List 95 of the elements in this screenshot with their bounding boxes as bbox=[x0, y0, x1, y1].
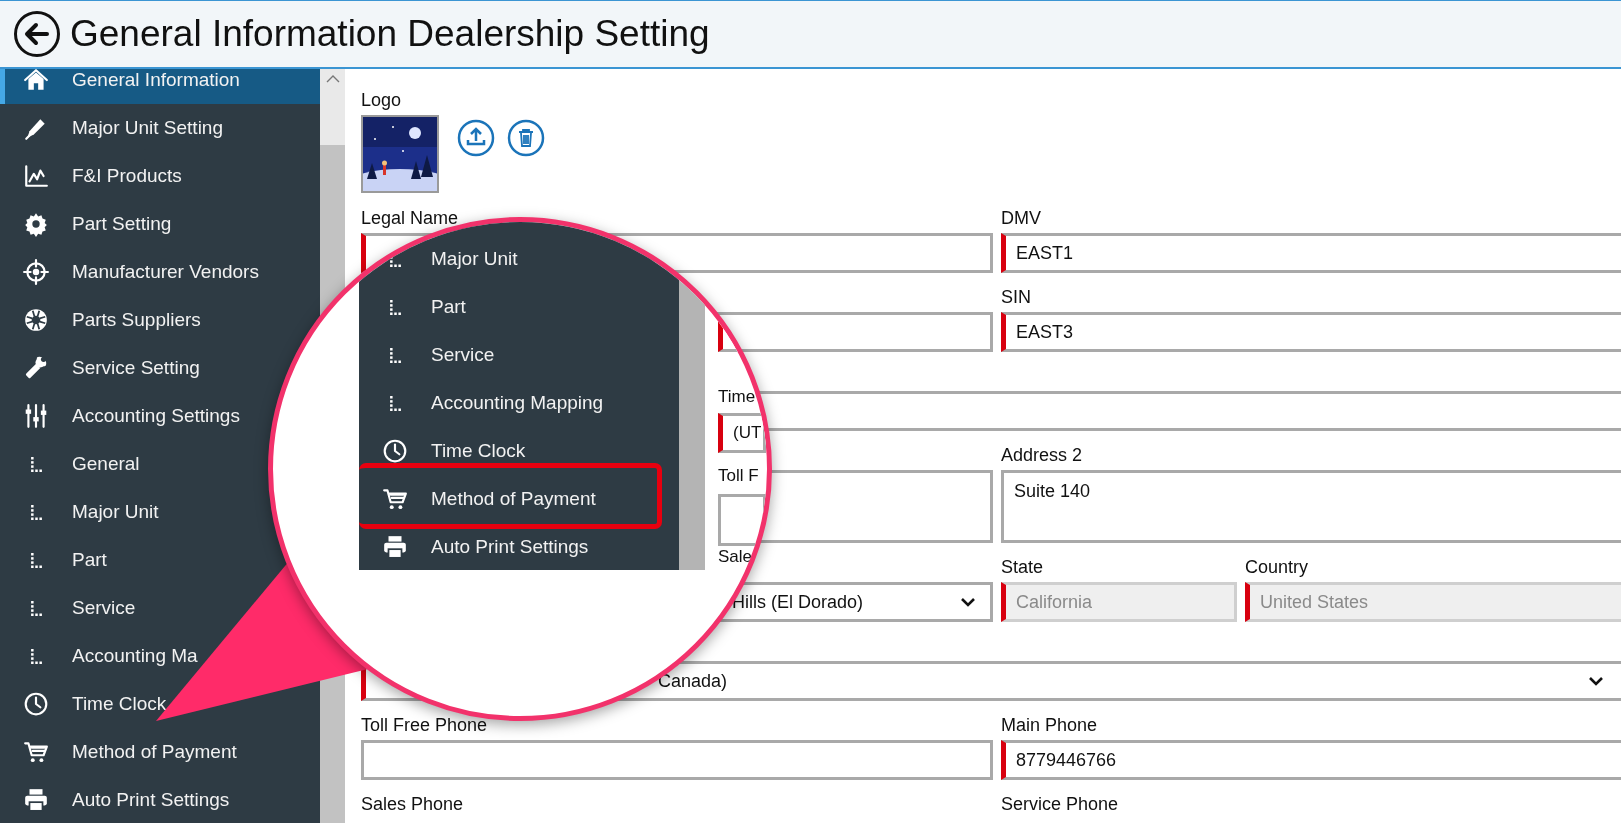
text-field[interactable]: EAST1 bbox=[1001, 233, 1621, 273]
field-label: Main Phone bbox=[1001, 714, 1099, 736]
field-label: Service Phone bbox=[1001, 793, 1120, 815]
field-label: Country bbox=[1245, 556, 1310, 578]
back-icon[interactable] bbox=[13, 10, 61, 58]
sidebar-item[interactable]: Manufacturer Vendors bbox=[0, 248, 261, 296]
text-field[interactable]: 8779446766 bbox=[1001, 740, 1621, 780]
field-label: Time bbox=[718, 387, 757, 407]
sidebar-item[interactable]: Auto Print Settings bbox=[359, 523, 679, 571]
sidebar-item[interactable]: General bbox=[0, 440, 142, 488]
crosshair-icon bbox=[23, 259, 49, 285]
text-area[interactable] bbox=[718, 494, 766, 546]
item-label: Method of Payment bbox=[72, 741, 237, 763]
sidebar-item[interactable]: Method of Payment bbox=[359, 475, 662, 523]
text-field[interactable]: EAST3 bbox=[1001, 312, 1621, 352]
item-label: Part Setting bbox=[72, 213, 172, 235]
sidebar-item[interactable]: Part Setting bbox=[0, 200, 174, 248]
cart-icon bbox=[23, 739, 49, 765]
field-label: Legal Name bbox=[361, 207, 460, 229]
sidebar-item[interactable]: Accounting Ma bbox=[0, 632, 200, 680]
dotted-corner-icon bbox=[30, 648, 42, 664]
delete-icon[interactable] bbox=[507, 119, 545, 157]
sidebar-item[interactable]: Accounting Mapping bbox=[359, 379, 679, 427]
sidebar-item[interactable]: Time Clock bbox=[0, 680, 169, 728]
item-label: F&I Products bbox=[72, 165, 182, 187]
sidebar-item[interactable]: Part bbox=[359, 283, 679, 331]
item-label: Major Unit bbox=[431, 248, 518, 270]
sidebar-item[interactable]: Service bbox=[359, 331, 679, 379]
field-label: Logo bbox=[361, 89, 403, 111]
field-label: Sale bbox=[718, 547, 754, 567]
text-field[interactable]: (UT bbox=[718, 413, 766, 453]
chevron-down-icon bbox=[960, 597, 976, 607]
sidebar-item[interactable]: Auto Print Settings bbox=[0, 776, 232, 823]
field-label: DMV bbox=[1001, 207, 1042, 229]
sidebar-item[interactable]: Accounting Settings bbox=[0, 392, 242, 440]
lifebuoy-icon bbox=[23, 307, 49, 333]
chevron-down-icon bbox=[1588, 676, 1604, 686]
item-label: Parts Suppliers bbox=[72, 309, 201, 331]
item-label: Time Clock bbox=[72, 693, 167, 715]
sidebar-item[interactable]: Major Unit bbox=[359, 235, 679, 283]
printer-icon bbox=[23, 787, 49, 813]
dotted-corner-icon bbox=[389, 347, 401, 363]
item-label: General Information bbox=[72, 69, 240, 91]
field-label: State bbox=[1001, 556, 1045, 578]
sidebar-item[interactable]: General Information bbox=[0, 69, 320, 104]
field-label: Toll Free Phone bbox=[361, 714, 489, 736]
item-label: Service Setting bbox=[72, 357, 200, 379]
home-icon bbox=[23, 69, 49, 93]
dotted-corner-icon bbox=[389, 395, 401, 411]
dotted-corner-icon bbox=[389, 299, 401, 315]
scroll-up-icon[interactable] bbox=[325, 75, 340, 83]
printer-icon bbox=[382, 534, 408, 560]
field-label: Toll F bbox=[718, 466, 760, 486]
item-label: Part bbox=[431, 296, 466, 318]
field-label: SIN bbox=[1001, 286, 1032, 308]
sidebar-item[interactable]: Parts Suppliers bbox=[0, 296, 203, 344]
clock-icon bbox=[23, 691, 49, 717]
item-label: Service bbox=[431, 344, 495, 366]
page-title: General Information Dealership Setting bbox=[70, 13, 710, 55]
sliders-icon bbox=[23, 403, 49, 429]
sidebar-item[interactable]: Major Unit Setting bbox=[0, 104, 225, 152]
chart-icon bbox=[23, 163, 49, 189]
text-field[interactable] bbox=[361, 740, 993, 780]
upload-icon[interactable] bbox=[457, 119, 495, 157]
cart-icon bbox=[382, 486, 408, 512]
field-label: Address 2 bbox=[1001, 444, 1084, 466]
sidebar-item[interactable]: Service bbox=[0, 584, 138, 632]
item-label: Method of Payment bbox=[431, 488, 596, 510]
clock-icon bbox=[382, 438, 408, 464]
item-label: General bbox=[72, 453, 140, 475]
item-label: Auto Print Settings bbox=[431, 536, 589, 558]
sidebar-item[interactable]: F&I Products bbox=[0, 152, 184, 200]
sidebar-item[interactable]: Method of Payment bbox=[0, 728, 239, 776]
dotted-corner-icon bbox=[30, 504, 42, 520]
item-label: Time Clock bbox=[431, 440, 526, 462]
field-label: Sales Phone bbox=[361, 793, 465, 815]
item-label: Part bbox=[72, 549, 107, 571]
item-label: Service bbox=[72, 597, 136, 619]
wrench-icon bbox=[23, 355, 49, 381]
sidebar-item[interactable]: Major Unit bbox=[0, 488, 161, 536]
text-area[interactable]: Suite 140 bbox=[1001, 470, 1621, 543]
dotted-corner-icon bbox=[30, 600, 42, 616]
sidebar-item[interactable]: Part bbox=[0, 536, 109, 584]
item-label: Accounting Settings bbox=[72, 405, 240, 427]
sidebar-item[interactable]: Time Clock bbox=[359, 427, 679, 475]
item-label: Major Unit Setting bbox=[72, 117, 223, 139]
item-label: Major Unit bbox=[72, 501, 159, 523]
dotted-corner-icon bbox=[30, 456, 42, 472]
sidebar-item[interactable]: Service Setting bbox=[0, 344, 202, 392]
dotted-corner-icon bbox=[30, 552, 42, 568]
item-label: Accounting Ma bbox=[72, 645, 198, 667]
gear-icon bbox=[23, 211, 49, 237]
item-label: Auto Print Settings bbox=[72, 789, 230, 811]
item-label: Manufacturer Vendors bbox=[72, 261, 259, 283]
item-label: Accounting Mapping bbox=[431, 392, 604, 414]
